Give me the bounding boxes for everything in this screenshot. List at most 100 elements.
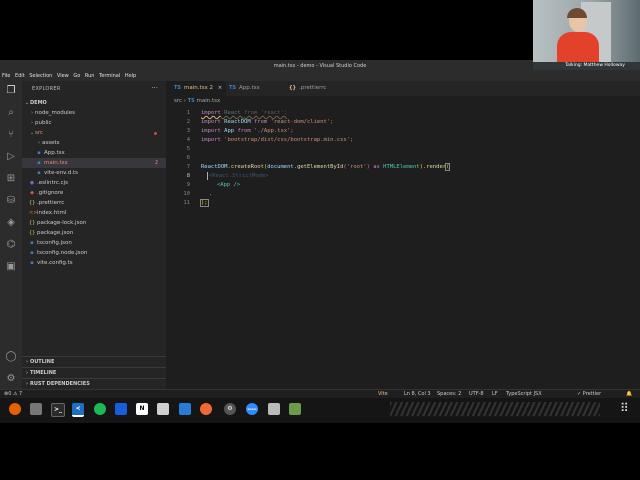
tree-item-gitignore[interactable]: ◆ .gitignore [22, 188, 166, 198]
extensions-icon[interactable]: ⊞ [5, 173, 17, 185]
search-icon[interactable]: ⌕ [5, 107, 17, 119]
tab-label: App.tsx [239, 85, 260, 91]
code-line-8[interactable]: <React.StrictMode> [209, 172, 269, 181]
typescript-file-icon: ▪ [30, 260, 34, 266]
remote-explorer-icon[interactable]: ◈ [5, 217, 17, 229]
eslint-icon: ◉ [29, 180, 35, 186]
menu-edit[interactable]: Edit [15, 73, 25, 79]
code-token: document [267, 164, 294, 170]
docs-icon[interactable] [157, 403, 169, 415]
tab-main-tsx[interactable]: TS main.tsx 2 × [166, 81, 226, 96]
menu-go[interactable]: Go [73, 73, 80, 79]
code-line-7[interactable]: ReactDOM.createRoot(document.getElementB… [201, 163, 451, 172]
document-viewer-icon[interactable] [179, 403, 191, 415]
tree-item-src[interactable]: ⌄src [22, 128, 166, 138]
tab-label: .prettierrc [299, 85, 327, 91]
tree-item-prettierrc[interactable]: {} .prettierrc [22, 198, 166, 208]
tree-item-package-lock[interactable]: {} package-lock.json [22, 218, 166, 228]
settings-icon[interactable]: ⚙ [224, 403, 236, 415]
tsconfig-icon: ▪ [30, 250, 34, 256]
tree-item-label: package-lock.json [37, 220, 87, 226]
code-token: 'react'; [257, 110, 288, 116]
code-token: as [373, 164, 380, 170]
line-number: 6 [186, 155, 190, 161]
menu-file[interactable]: File [2, 73, 10, 79]
tab-app-tsx[interactable]: TS App.tsx [221, 81, 285, 96]
archive-icon[interactable] [289, 403, 301, 415]
json-icon[interactable]: ▣ [5, 261, 17, 273]
outline-panel-header[interactable]: › OUTLINE [22, 356, 166, 367]
tree-item-label: public [35, 120, 52, 126]
tree-item-app-tsx[interactable]: ▪ App.tsx [22, 148, 166, 158]
braces-icon: {} [289, 85, 297, 91]
tree-item-label: package.json [37, 230, 74, 236]
tree-item-node-modules[interactable]: › node_modules [22, 108, 166, 118]
kubernetes-icon[interactable]: ⌬ [5, 239, 17, 251]
breadcrumb-file[interactable]: main.tsx [197, 98, 221, 104]
tree-item-tsconfig-node[interactable]: ▪ tsconfig.node.json [22, 248, 166, 258]
typescript-file-icon: ▪ [37, 150, 41, 156]
menu-view[interactable]: View [57, 73, 69, 79]
tree-item-vite-env[interactable]: ▪ vite-env.d.ts [22, 168, 166, 178]
code-line-10[interactable]: , [209, 190, 212, 199]
html-icon: <> [29, 210, 38, 216]
explorer-icon[interactable]: ❐ [5, 85, 17, 97]
tree-item-label: .gitignore [37, 190, 64, 196]
timeline-panel-header[interactable]: › TIMELINE [22, 367, 166, 378]
code-line-11[interactable]: ); [200, 199, 209, 208]
more-actions-icon[interactable]: ··· [151, 84, 158, 92]
files-icon[interactable] [30, 403, 42, 415]
tree-item-label: main.tsx [44, 160, 68, 166]
code-token: from [244, 110, 258, 116]
tree-root-label: DEMO [30, 100, 47, 106]
person-shirt [557, 32, 599, 62]
menu-terminal[interactable]: Terminal [99, 73, 120, 79]
code-token: ); [200, 199, 209, 207]
run-debug-icon[interactable]: ▷ [5, 151, 17, 163]
spotify-icon[interactable] [94, 403, 106, 415]
tree-item-public[interactable]: › public [22, 118, 166, 128]
notion-icon[interactable]: N [136, 403, 148, 415]
code-line-3[interactable]: import App from './App.tsx'; [201, 127, 294, 136]
code-line-4[interactable]: import 'bootstrap/dist/css/bootstrap.min… [201, 136, 353, 145]
postman-icon[interactable] [200, 403, 212, 415]
line-number: 7 [186, 164, 190, 170]
files2-icon[interactable] [268, 403, 280, 415]
code-token: import [201, 128, 221, 134]
code-line-1[interactable]: import React from 'react'; [201, 109, 287, 118]
tree-item-vite-config[interactable]: ▪ vite.config.ts [22, 258, 166, 268]
source-control-icon[interactable]: ⑂ [5, 129, 17, 141]
tree-item-label: assets [42, 140, 60, 146]
tree-item-assets[interactable]: › assets [22, 138, 166, 148]
firefox-icon[interactable] [9, 403, 21, 415]
gear-icon[interactable]: ⚙ [5, 373, 17, 385]
account-icon[interactable]: ◯ [5, 351, 17, 363]
vscode-icon[interactable]: ≺ [72, 403, 84, 417]
code-token: 'bootstrap/dist/css/bootstrap.min.css'; [220, 137, 354, 143]
terminal-icon[interactable]: >_ [51, 403, 65, 417]
line-number: 11 [183, 200, 190, 206]
menu-help[interactable]: Help [125, 73, 136, 79]
tree-item-package-json[interactable]: {} package.json [22, 228, 166, 238]
editor-area: TS main.tsx 2 × TS App.tsx {} .prettierrc s… [166, 81, 640, 401]
code-token: import [201, 119, 221, 125]
tree-item-index-html[interactable]: <>index.html [22, 208, 166, 218]
database-icon[interactable]: ⛁ [5, 195, 17, 207]
zoom-icon[interactable]: zoom [246, 403, 258, 415]
tree-item-eslintrc[interactable]: ◉ .eslintrc.cjs [22, 178, 166, 188]
tree-item-tsconfig[interactable]: ▪ tsconfig.json [22, 238, 166, 248]
bitwarden-icon[interactable] [115, 403, 127, 415]
tree-item-label: .eslintrc.cjs [37, 180, 69, 186]
rust-dependencies-panel-header[interactable]: › RUST DEPENDENCIES [22, 378, 166, 389]
code-line-2[interactable]: import ReactDOM from 'react-dom/client'; [201, 118, 333, 127]
breadcrumb-folder[interactable]: src [174, 98, 182, 104]
tree-root[interactable]: ⌄DEMO [22, 98, 166, 108]
tree-item-main-tsx[interactable]: ▪ main.tsx 2 [22, 158, 166, 168]
menu-selection[interactable]: Selection [29, 73, 52, 79]
code-token: ( [445, 163, 451, 171]
menu-run[interactable]: Run [85, 73, 95, 79]
grid-apps-icon[interactable]: ⠿ [620, 401, 636, 417]
code-token: './App.tsx'; [250, 128, 294, 134]
code-line-9[interactable]: <App /> [217, 181, 240, 190]
tab-prettierrc[interactable]: {} .prettierrc [281, 81, 349, 96]
